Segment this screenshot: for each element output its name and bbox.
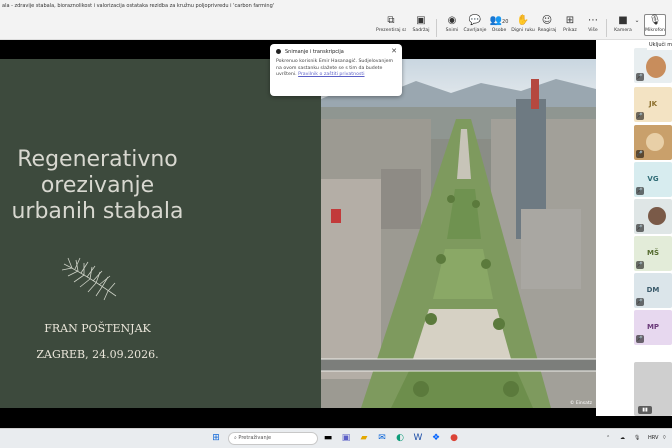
pine-branch-icon [61, 257, 117, 301]
meeting-toolbar: ⧉ Prezentiraj sadržaj ▣ Sadržaj ◉ Snimi … [0, 12, 672, 40]
participant-tile[interactable]: DM 🎤 [634, 273, 672, 308]
shared-content-stage: Regenerativno orezivanje urbanih stabala… [0, 40, 596, 416]
privacy-policy-link[interactable]: Pravilnik o zaštiti privatnosti [298, 72, 364, 77]
edge-icon[interactable]: ◐ [394, 432, 406, 444]
mic-off-icon: 🎤 [636, 261, 644, 269]
participant-tile[interactable]: 🎤 [634, 125, 672, 160]
chevron-down-icon: ⌄ [634, 17, 640, 24]
screen-gap [0, 416, 672, 428]
photo-credit: © Einsatz [569, 401, 592, 406]
mic-off-icon: 🎤 [636, 150, 644, 158]
mic-off-icon: 🎤 [636, 298, 644, 306]
participant-tile[interactable]: MŠ 🎤 [634, 236, 672, 271]
notice-body: Pokrenuo korisnik Emir Hasanagić. Sudjel… [276, 59, 394, 77]
camera-options-chevron[interactable]: ⌄ [634, 15, 640, 27]
task-view-icon[interactable]: ▬ [322, 432, 334, 444]
dropbox-icon[interactable]: ❖ [430, 432, 442, 444]
mic-off-icon: 🎤 [636, 73, 644, 81]
notice-title: Snimanje i transkripcija [285, 49, 344, 55]
participant-tile[interactable]: 🎤 [634, 199, 672, 234]
avatar: VG [647, 175, 659, 183]
slide-author: FRAN POŠTENJAK [44, 322, 151, 335]
more-icon: ⋯ [588, 15, 598, 26]
participant-tile[interactable]: MP 🎤 [634, 310, 672, 345]
mic-off-icon: 🎙 [648, 15, 662, 26]
mic-button[interactable]: 🎙 Mikrofon [644, 14, 666, 36]
slide-panel: Regenerativno orezivanje urbanih stabala… [0, 59, 321, 408]
mail-icon[interactable]: ✉ [376, 432, 388, 444]
file-explorer-icon[interactable]: ▰ [358, 432, 370, 444]
wifi-icon[interactable]: ☁ [620, 434, 625, 443]
network-icon[interactable]: ⌔ [662, 434, 667, 443]
taskbar-search[interactable]: ⌕ Pretraživanje [228, 432, 318, 445]
mic-off-icon: 🎤 [636, 112, 644, 120]
slide-title: Regenerativno orezivanje urbanih stabala [11, 147, 184, 224]
video-feed [646, 133, 664, 151]
content-button[interactable]: ▣ Sadržaj [406, 15, 436, 35]
avatar: MP [646, 323, 660, 331]
close-icon[interactable]: ✕ [391, 47, 397, 55]
recording-dot-icon [276, 49, 281, 54]
participant-tile[interactable]: ▮▮ [634, 362, 672, 416]
audio-level-icon: ▮▮ [638, 406, 652, 414]
participants-panel: 🎤 JK 🎤 🎤 VG 🎤 🎤 MŠ 🎤 DM 🎤 MP 🎤 ▮▮ [596, 40, 672, 416]
language-indicator[interactable]: HRV [648, 434, 658, 443]
window-title: ala - zdravije stabala, bioraznolikost i… [0, 0, 672, 12]
people-icon: 👥 [489, 15, 503, 26]
avatar: DM [646, 286, 660, 294]
mic-off-icon: 🎤 [636, 335, 644, 343]
content-icon: ▣ [416, 15, 426, 26]
word-icon[interactable]: W [412, 432, 424, 444]
teams-icon[interactable]: ▣ [340, 432, 352, 444]
more-button[interactable]: ⋯ Više [578, 15, 608, 35]
avatar: JK [648, 100, 658, 108]
mic-tooltip: Uključi mi [647, 41, 672, 50]
participant-tile[interactable]: 🎤 [634, 48, 672, 83]
video-feed [646, 56, 666, 78]
mic-off-icon: 🎤 [636, 187, 644, 195]
participant-tile[interactable]: JK 🎤 [634, 87, 672, 122]
mic-icon[interactable]: 🎙 [634, 434, 640, 443]
city-aerial-photo: © Einsatz [321, 59, 596, 408]
participant-tile[interactable]: VG 🎤 [634, 162, 672, 197]
windows-taskbar: ⊞ ⌕ Pretraživanje ▬ ▣ ▰ ✉ ◐ W ❖ ● ⌃ ☁ 🎙 … [0, 428, 672, 448]
mic-off-icon: 🎤 [636, 224, 644, 232]
chevron-up-icon[interactable]: ⌃ [606, 434, 610, 443]
chrome-icon[interactable]: ● [448, 432, 460, 444]
start-icon[interactable]: ⊞ [210, 432, 222, 444]
share-button[interactable]: ⧉ Prezentiraj sadržaj [376, 15, 406, 35]
toolbar-divider [606, 19, 607, 37]
avatar: MŠ [646, 249, 659, 257]
share-screen-icon: ⧉ [387, 15, 395, 26]
video-feed [648, 207, 666, 225]
recording-notice: Snimanje i transkripcija ✕ Pokrenuo kori… [270, 44, 402, 96]
slide-date: ZAGREB, 24.09.2026. [36, 348, 159, 361]
